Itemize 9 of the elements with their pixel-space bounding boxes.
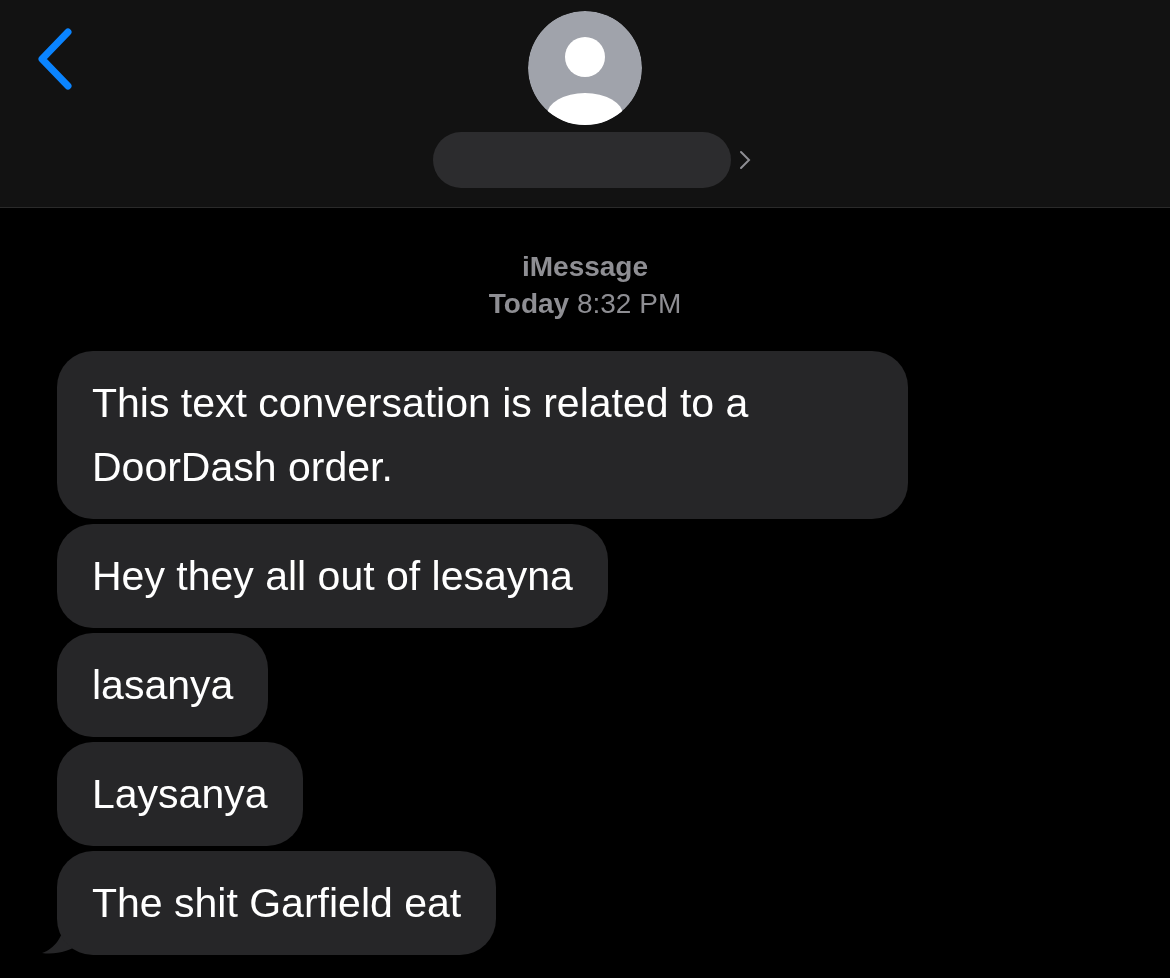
avatar-icon[interactable] bbox=[528, 11, 642, 125]
timestamp: Today 8:32 PM bbox=[488, 287, 682, 321]
message-bubble: lasanya bbox=[57, 633, 269, 737]
message-bubble: The shit Garfield eat bbox=[57, 851, 497, 955]
message-bubble: Hey they all out of lesayna bbox=[57, 524, 608, 628]
message-bubble: This text conversation is related to a DoorDash order. bbox=[57, 351, 908, 519]
message-bubble: Laysanya bbox=[57, 742, 303, 846]
chevron-icon[interactable] bbox=[739, 150, 751, 170]
service-label: iMessage bbox=[521, 250, 649, 284]
